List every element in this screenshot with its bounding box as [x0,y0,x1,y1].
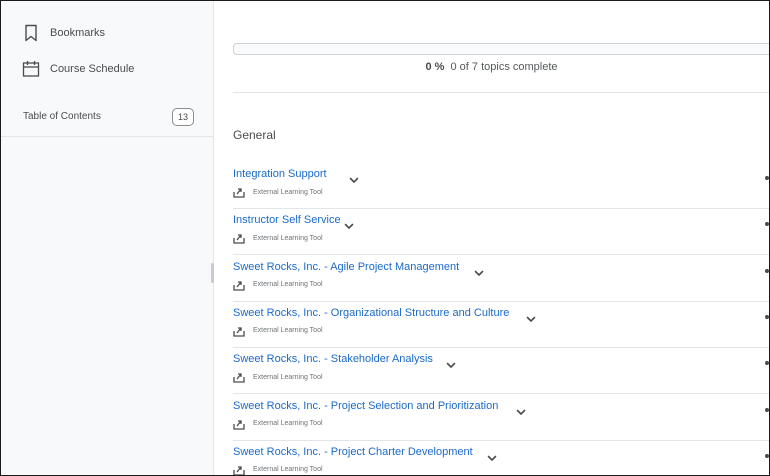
module-title: General [233,128,276,142]
topic-type-label: External Learning Tool [253,327,323,335]
external-tool-icon [233,418,245,430]
external-tool-icon [233,279,245,291]
topic-type-label: External Learning Tool [253,373,323,381]
topic-type-label: External Learning Tool [253,281,323,289]
chevron-down-icon[interactable] [348,173,360,185]
toc-label: Table of Contents [23,111,101,122]
topic-type-label: External Learning Tool [253,466,323,474]
topic-type: External Learning Tool [233,232,323,244]
topic-link[interactable]: Integration Support [233,168,327,180]
chevron-down-icon[interactable] [343,219,355,231]
external-tool-icon [233,325,245,337]
topic-row: Integration Support External Learning Too… [233,162,769,209]
chevron-down-icon[interactable] [486,451,498,463]
bookmark-icon [21,23,41,43]
more-options-icon[interactable] [765,268,769,273]
progress-count: 0 of 7 topics complete [450,61,558,73]
external-tool-icon [233,186,245,198]
external-tool-icon [233,371,245,383]
sidebar: Bookmarks Course Schedule Table of Conte… [1,1,214,475]
topic-row: Sweet Rocks, Inc. - Agile Project Manage… [233,255,769,302]
divider [233,92,769,93]
chevron-down-icon[interactable] [473,266,485,278]
topic-link[interactable]: Sweet Rocks, Inc. - Organizational Struc… [233,307,509,319]
bookmarks-link[interactable]: Bookmarks [21,23,105,43]
topic-link[interactable]: Sweet Rocks, Inc. - Project Charter Deve… [233,446,473,458]
more-options-icon[interactable] [765,361,769,366]
calendar-icon [21,59,41,79]
chevron-down-icon[interactable] [445,358,457,370]
progress-percent: 0 % [425,61,445,73]
topic-link[interactable]: Instructor Self Service [233,214,341,226]
topic-type-label: External Learning Tool [253,188,323,196]
topic-row: Sweet Rocks, Inc. - Organizational Struc… [233,301,769,348]
more-options-icon[interactable] [765,176,769,180]
topic-type: External Learning Tool [233,464,323,475]
topic-row: Sweet Rocks, Inc. - Stakeholder Analysis… [233,347,769,395]
app-frame: Bookmarks Course Schedule Table of Conte… [0,0,770,476]
progress-summary: 0 % 0 of 7 topics complete [214,61,769,73]
progress-bar [233,43,769,55]
more-options-icon[interactable] [765,407,769,412]
chevron-down-icon[interactable] [525,312,537,324]
course-schedule-label: Course Schedule [50,63,135,75]
topic-type: External Learning Tool [233,186,323,198]
content-area: 0 % 0 of 7 topics complete General Integ… [214,1,769,475]
table-of-contents-link[interactable]: Table of Contents 13 [1,102,213,137]
topic-type: External Learning Tool [233,279,323,291]
topic-type: External Learning Tool [233,418,323,430]
topic-type: External Learning Tool [233,371,323,383]
course-schedule-link[interactable]: Course Schedule [21,59,134,79]
chevron-down-icon[interactable] [515,405,527,417]
topic-link[interactable]: Sweet Rocks, Inc. - Agile Project Manage… [233,261,459,273]
topic-link[interactable]: Sweet Rocks, Inc. - Stakeholder Analysis [233,353,433,365]
topic-type: External Learning Tool [233,325,323,337]
topic-type-label: External Learning Tool [253,234,323,242]
topic-type-label: External Learning Tool [253,420,323,427]
topic-link[interactable]: Sweet Rocks, Inc. - Project Selection an… [233,400,498,412]
external-tool-icon [233,232,245,244]
topic-row: Sweet Rocks, Inc. - Project Selection an… [233,394,769,441]
more-options-icon[interactable] [765,222,769,227]
topic-row: Sweet Rocks, Inc. - Project Charter Deve… [233,440,769,475]
toc-count-badge: 13 [172,108,194,126]
more-options-icon[interactable] [765,453,769,458]
bookmarks-label: Bookmarks [50,27,106,39]
more-options-icon[interactable] [765,314,769,319]
external-tool-icon [233,464,245,475]
topic-row: Instructor Self Service External Learning… [233,208,769,256]
